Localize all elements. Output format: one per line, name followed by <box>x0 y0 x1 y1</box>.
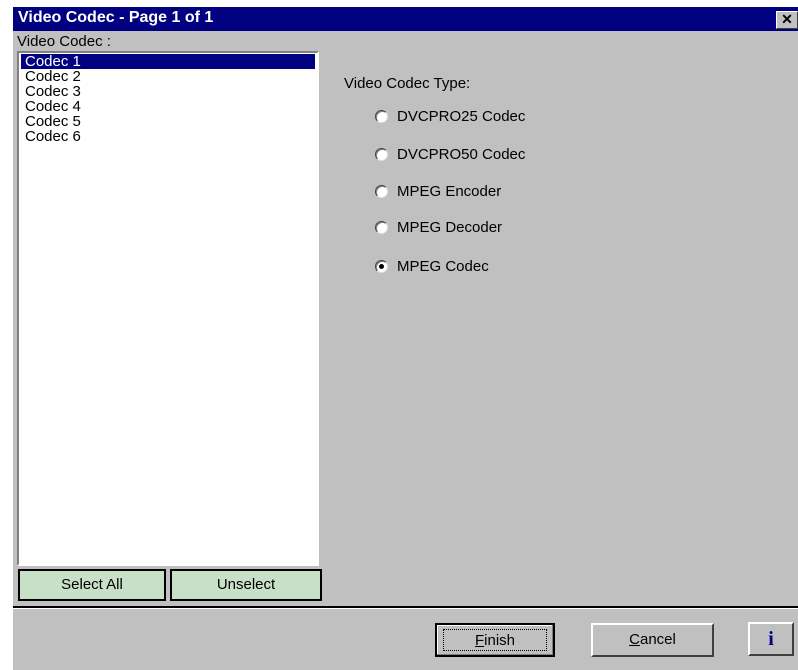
unselect-button[interactable]: Unselect <box>170 569 322 601</box>
radio-unchecked-icon[interactable] <box>375 221 388 234</box>
radio-label: DVCPRO50 Codec <box>397 146 526 163</box>
finish-mnemonic: F <box>474 632 485 649</box>
close-icon[interactable]: ✕ <box>776 11 798 29</box>
radio-unchecked-icon[interactable] <box>375 148 388 161</box>
cancel-label: ancel <box>639 631 676 648</box>
radio-label: MPEG Codec <box>397 258 489 275</box>
footer-separator <box>13 606 798 609</box>
radio-label: MPEG Decoder <box>397 219 503 236</box>
list-item[interactable]: Codec 1 <box>21 54 315 69</box>
list-item[interactable]: Codec 5 <box>21 114 315 129</box>
radio-label: MPEG Encoder <box>397 183 502 200</box>
window-title: Video Codec - Page 1 of 1 <box>18 9 214 26</box>
radio-label: DVCPRO25 Codec <box>397 108 526 125</box>
title-bar[interactable]: Video Codec - Page 1 of 1 ✕ <box>13 7 798 31</box>
radio-unchecked-icon[interactable] <box>375 110 388 123</box>
finish-label: inish <box>484 632 516 649</box>
list-item[interactable]: Codec 2 <box>21 69 315 84</box>
codec-list[interactable]: Codec 1 Codec 2 Codec 3 Codec 4 Codec 5 … <box>17 51 319 566</box>
cancel-button[interactable]: Cancel <box>591 623 714 657</box>
list-item[interactable]: Codec 3 <box>21 84 315 99</box>
codec-type-label: Video Codec Type: <box>344 75 471 92</box>
focus-rect: Finish <box>443 629 547 651</box>
finish-button[interactable]: Finish <box>435 623 555 657</box>
select-all-button[interactable]: Select All <box>18 569 166 601</box>
codec-list-label: Video Codec : <box>17 33 111 50</box>
list-item[interactable]: Codec 4 <box>21 99 315 114</box>
radio-dot-icon <box>379 264 384 269</box>
video-codec-dialog: Video Codec - Page 1 of 1 ✕ Video Codec … <box>13 7 798 670</box>
radio-unchecked-icon[interactable] <box>375 185 388 198</box>
radio-checked-icon[interactable] <box>375 260 388 273</box>
cancel-mnemonic: C <box>629 631 640 648</box>
list-item[interactable]: Codec 6 <box>21 129 315 144</box>
info-icon[interactable]: i <box>748 622 794 656</box>
